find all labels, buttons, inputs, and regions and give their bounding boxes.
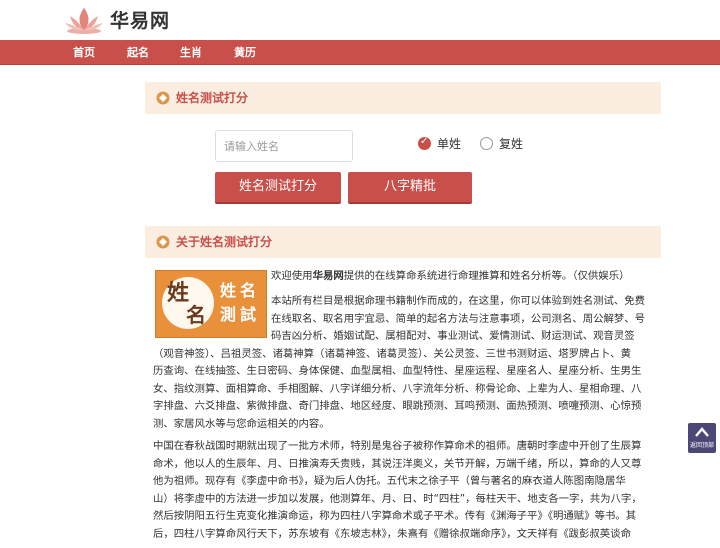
nav-item-naming[interactable]: 起名 [127,44,149,60]
panel-header: 姓名测试打分 [145,82,661,114]
about-panel: 关于姓名测试打分 姓 名 姓 名 測 試 欢迎使用华易网提供的在线算命系统进行命… [145,226,661,548]
back-to-top-button[interactable]: 返回顶部 [688,423,716,453]
nav-item-home[interactable]: 首页 [73,44,95,60]
diamond-bullet-icon [156,235,170,249]
seal-char: 試 [240,305,257,324]
intro-paragraph-lines-b: （观音神签）、吕祖灵签、诸葛神算（诸葛神签、诸葛灵签）、关公灵签、三世书测财运、… [153,347,642,430]
history-paragraph: 中国在春秋战国时期就出现了一批方术师，特别是鬼谷子被称作算命术的祖师。唐朝时李虚… [153,440,642,540]
intro-paragraph-lines-a: 本站所有栏目是根据命理书籍制作而成的，在这里，你可以体验到姓名测试、免费 在线取… [271,295,646,342]
name-input[interactable] [215,130,353,162]
name-test-button[interactable]: 姓名测试打分 [215,172,341,204]
radio-label: 单姓 [437,137,462,151]
site-name[interactable]: 华易网 [110,6,170,33]
nav-item-almanac[interactable]: 黄历 [234,44,256,60]
site-header: 华易网 [0,0,720,40]
name-test-seal-image: 姓 名 姓 名 測 試 [155,270,267,338]
intro-line: 欢迎使用华易网提供的在线算命系统进行命理推算和姓名分析等。（仅供娱乐） [271,270,630,282]
site-name-bold: 华易网 [312,270,344,282]
radio-label: 复姓 [499,137,524,151]
chevron-up-icon [695,427,709,437]
test-form: ✓ 单姓 复姓 姓名测试打分 八字精批 [145,114,661,222]
diamond-bullet-icon [156,91,170,105]
main-nav: 首页 起名 生肖 黄历 [0,40,720,65]
panel-title: 姓名测试打分 [176,91,249,105]
panel-title: 关于姓名测试打分 [176,235,273,249]
seal-char: 名 [240,281,257,300]
bazi-button[interactable]: 八字精批 [348,172,472,204]
seal-char: 名 [186,303,206,327]
seal-char: 測 [220,305,237,324]
seal-char: 姓 [220,281,237,300]
back-to-top-label: 返回顶部 [689,442,714,449]
check-icon: ✓ [420,136,429,147]
panel-header: 关于姓名测试打分 [145,226,661,258]
name-test-panel: 姓名测试打分 ✓ 单姓 复姓 姓名测试打分 八字精批 [145,82,661,222]
about-content: 姓 名 姓 名 測 試 欢迎使用华易网提供的在线算命系统进行命理推算和姓名分析等… [145,258,661,548]
nav-item-zodiac[interactable]: 生肖 [180,44,202,60]
lotus-logo-icon[interactable] [64,4,104,36]
